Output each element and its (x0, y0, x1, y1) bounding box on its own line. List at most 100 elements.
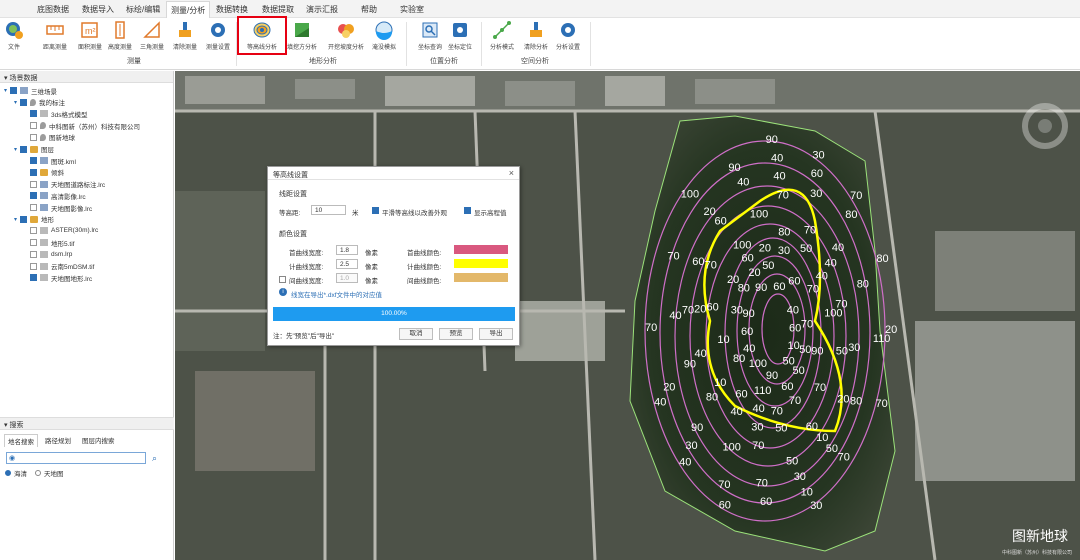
search-input[interactable]: ◉ (6, 452, 146, 464)
info-icon: i (279, 288, 287, 296)
tree-checkbox[interactable] (30, 157, 37, 165)
smooth-checkbox[interactable] (372, 207, 379, 214)
menu-draw-edit[interactable]: 标绘/编辑 (126, 4, 160, 15)
contour-label: 40 (787, 305, 799, 317)
tree-item[interactable]: 中科图新（苏州）科技有限公司 (24, 120, 140, 131)
analysis-settings-button[interactable]: 分析设置 (550, 20, 586, 54)
contour-label: 70 (789, 395, 801, 407)
intermediate-color-swatch[interactable] (454, 273, 508, 282)
scene-panel-header[interactable]: ▾ 场景数据 (0, 71, 173, 83)
tree-checkbox[interactable] (30, 239, 37, 247)
navigation-compass-icon[interactable] (1020, 101, 1070, 151)
menu-lab[interactable]: 实验室 (400, 4, 424, 15)
major-width-value: 1.8 (340, 247, 350, 254)
file-icon (40, 274, 48, 282)
tree-item[interactable]: ▾ 我的标注 (14, 97, 65, 108)
map-query-icon (422, 22, 438, 38)
brand-watermark: 图新地球 (1012, 528, 1068, 544)
tree-checkbox[interactable] (30, 110, 37, 118)
tree-item[interactable]: 云南5mDSM.tif (24, 261, 94, 272)
intermediate-width-value: 1.0 (340, 275, 350, 282)
tree-item[interactable]: 3ds格式模型 (24, 108, 87, 119)
tree-item[interactable]: ▾ 三维场景 (4, 85, 57, 96)
index-width-input[interactable]: 2.5 (336, 259, 358, 269)
close-icon[interactable]: × (509, 168, 514, 178)
tree-item[interactable]: 天地图地形.lrc (24, 272, 92, 283)
tab-layer-search[interactable]: 图层内搜索 (79, 434, 118, 446)
menu-convert[interactable]: 数据转换 (216, 4, 248, 15)
flood-simulation-button[interactable]: 淹没模拟 (366, 20, 402, 54)
tree-item[interactable]: 倾斜 (24, 167, 64, 178)
major-color-swatch[interactable] (454, 245, 508, 254)
contour-label: 50 (799, 344, 811, 356)
tab-place-search[interactable]: 地名搜索 (4, 434, 38, 447)
radio-label: 海清 (14, 471, 27, 478)
menu-basemap[interactable]: 底图数据 (37, 4, 69, 15)
tree-item[interactable]: ▾ 图层 (14, 144, 54, 155)
slope-analysis-button[interactable]: 开挖坡度分析 (328, 20, 364, 54)
menu-import[interactable]: 数据导入 (82, 4, 114, 15)
intermediate-width-input[interactable]: 1.0 (336, 273, 358, 283)
preview-button[interactable]: 预览 (439, 328, 473, 340)
tree-checkbox[interactable] (20, 98, 27, 106)
tree-checkbox[interactable] (30, 180, 37, 188)
contour-label: 60 (806, 421, 818, 433)
contour-label: 60 (692, 256, 704, 268)
tree-item[interactable]: dsm.lrp (24, 249, 72, 260)
coordinate-locate-button[interactable]: 坐标定位 (442, 20, 478, 54)
radio-tianditu[interactable]: 天地图 (35, 468, 64, 478)
contour-label: 60 (741, 326, 753, 338)
contour-label: 40 (669, 310, 681, 322)
tree-checkbox[interactable] (20, 215, 27, 223)
intermediate-checkbox[interactable] (279, 276, 286, 283)
contour-label: 80 (733, 353, 745, 365)
cancel-button[interactable]: 取消 (399, 328, 433, 340)
file-button[interactable]: 文件 (0, 20, 28, 54)
tree-checkbox[interactable] (30, 250, 37, 258)
export-button[interactable]: 导出 (479, 328, 513, 340)
analysis-mode-button[interactable]: 分析模式 (484, 20, 520, 54)
menu-help[interactable]: 帮助 (361, 4, 377, 15)
contour-label: 60 (788, 275, 800, 287)
folder-icon (30, 215, 38, 223)
measure-group-label: 测量 (127, 58, 141, 65)
search-icon[interactable]: ⌕ (152, 453, 157, 464)
tree-item[interactable]: 图斑.kml (24, 155, 76, 166)
interval-input[interactable]: 10 (311, 205, 346, 215)
tree-checkbox[interactable] (30, 262, 37, 270)
tree-checkbox[interactable] (30, 192, 37, 200)
contour-label: 50 (775, 423, 787, 435)
show-elevation-checkbox[interactable] (464, 207, 471, 214)
tab-route-plan[interactable]: 路径规划 (42, 434, 74, 446)
tree-checkbox[interactable] (30, 133, 37, 141)
menu-presentation[interactable]: 演示汇报 (306, 4, 338, 15)
gear-icon (211, 23, 225, 37)
tree-item[interactable]: ▾ 地形 (14, 214, 54, 225)
major-width-input[interactable]: 1.8 (336, 245, 358, 255)
tree-item[interactable]: 天地图影像.lrc (24, 202, 92, 213)
tree-item[interactable]: 地形5.tif (24, 237, 74, 248)
contour-label: 50 (826, 443, 838, 455)
search-panel-header[interactable]: ▾ 搜索 (0, 418, 174, 430)
tree-checkbox[interactable] (30, 227, 37, 235)
tree-checkbox[interactable] (10, 87, 17, 94)
measure-settings-button[interactable]: 测量设置 (200, 20, 236, 54)
cut-fill-analysis-button[interactable]: 填挖方分析 (284, 20, 320, 54)
tree-item[interactable]: 高清影像.lrc (24, 190, 86, 201)
dialog-titlebar[interactable]: 等高线设置 × (268, 167, 519, 180)
tree-checkbox[interactable] (30, 122, 37, 130)
tree-checkbox[interactable] (30, 274, 37, 282)
tree-checkbox[interactable] (20, 145, 27, 153)
search-panel-title: 搜索 (9, 422, 24, 429)
tree-checkbox[interactable] (30, 204, 37, 211)
tree-checkbox[interactable] (30, 168, 37, 176)
index-color-swatch[interactable] (454, 259, 508, 268)
menu-extract[interactable]: 数据提取 (262, 4, 294, 15)
radio-haiqing[interactable]: 海清 (5, 468, 27, 478)
tree-item[interactable]: 图新地球 (24, 132, 75, 143)
menu-measure-analysis[interactable]: 测量/分析 (166, 1, 211, 18)
distance-measure-button[interactable]: 距离测量 (37, 20, 73, 54)
section-color-title: 颜色设置 (279, 231, 307, 238)
tree-item[interactable]: 天地图道路标注.lrc (24, 179, 105, 190)
tree-item[interactable]: ASTER(30m).lrc (24, 225, 98, 236)
